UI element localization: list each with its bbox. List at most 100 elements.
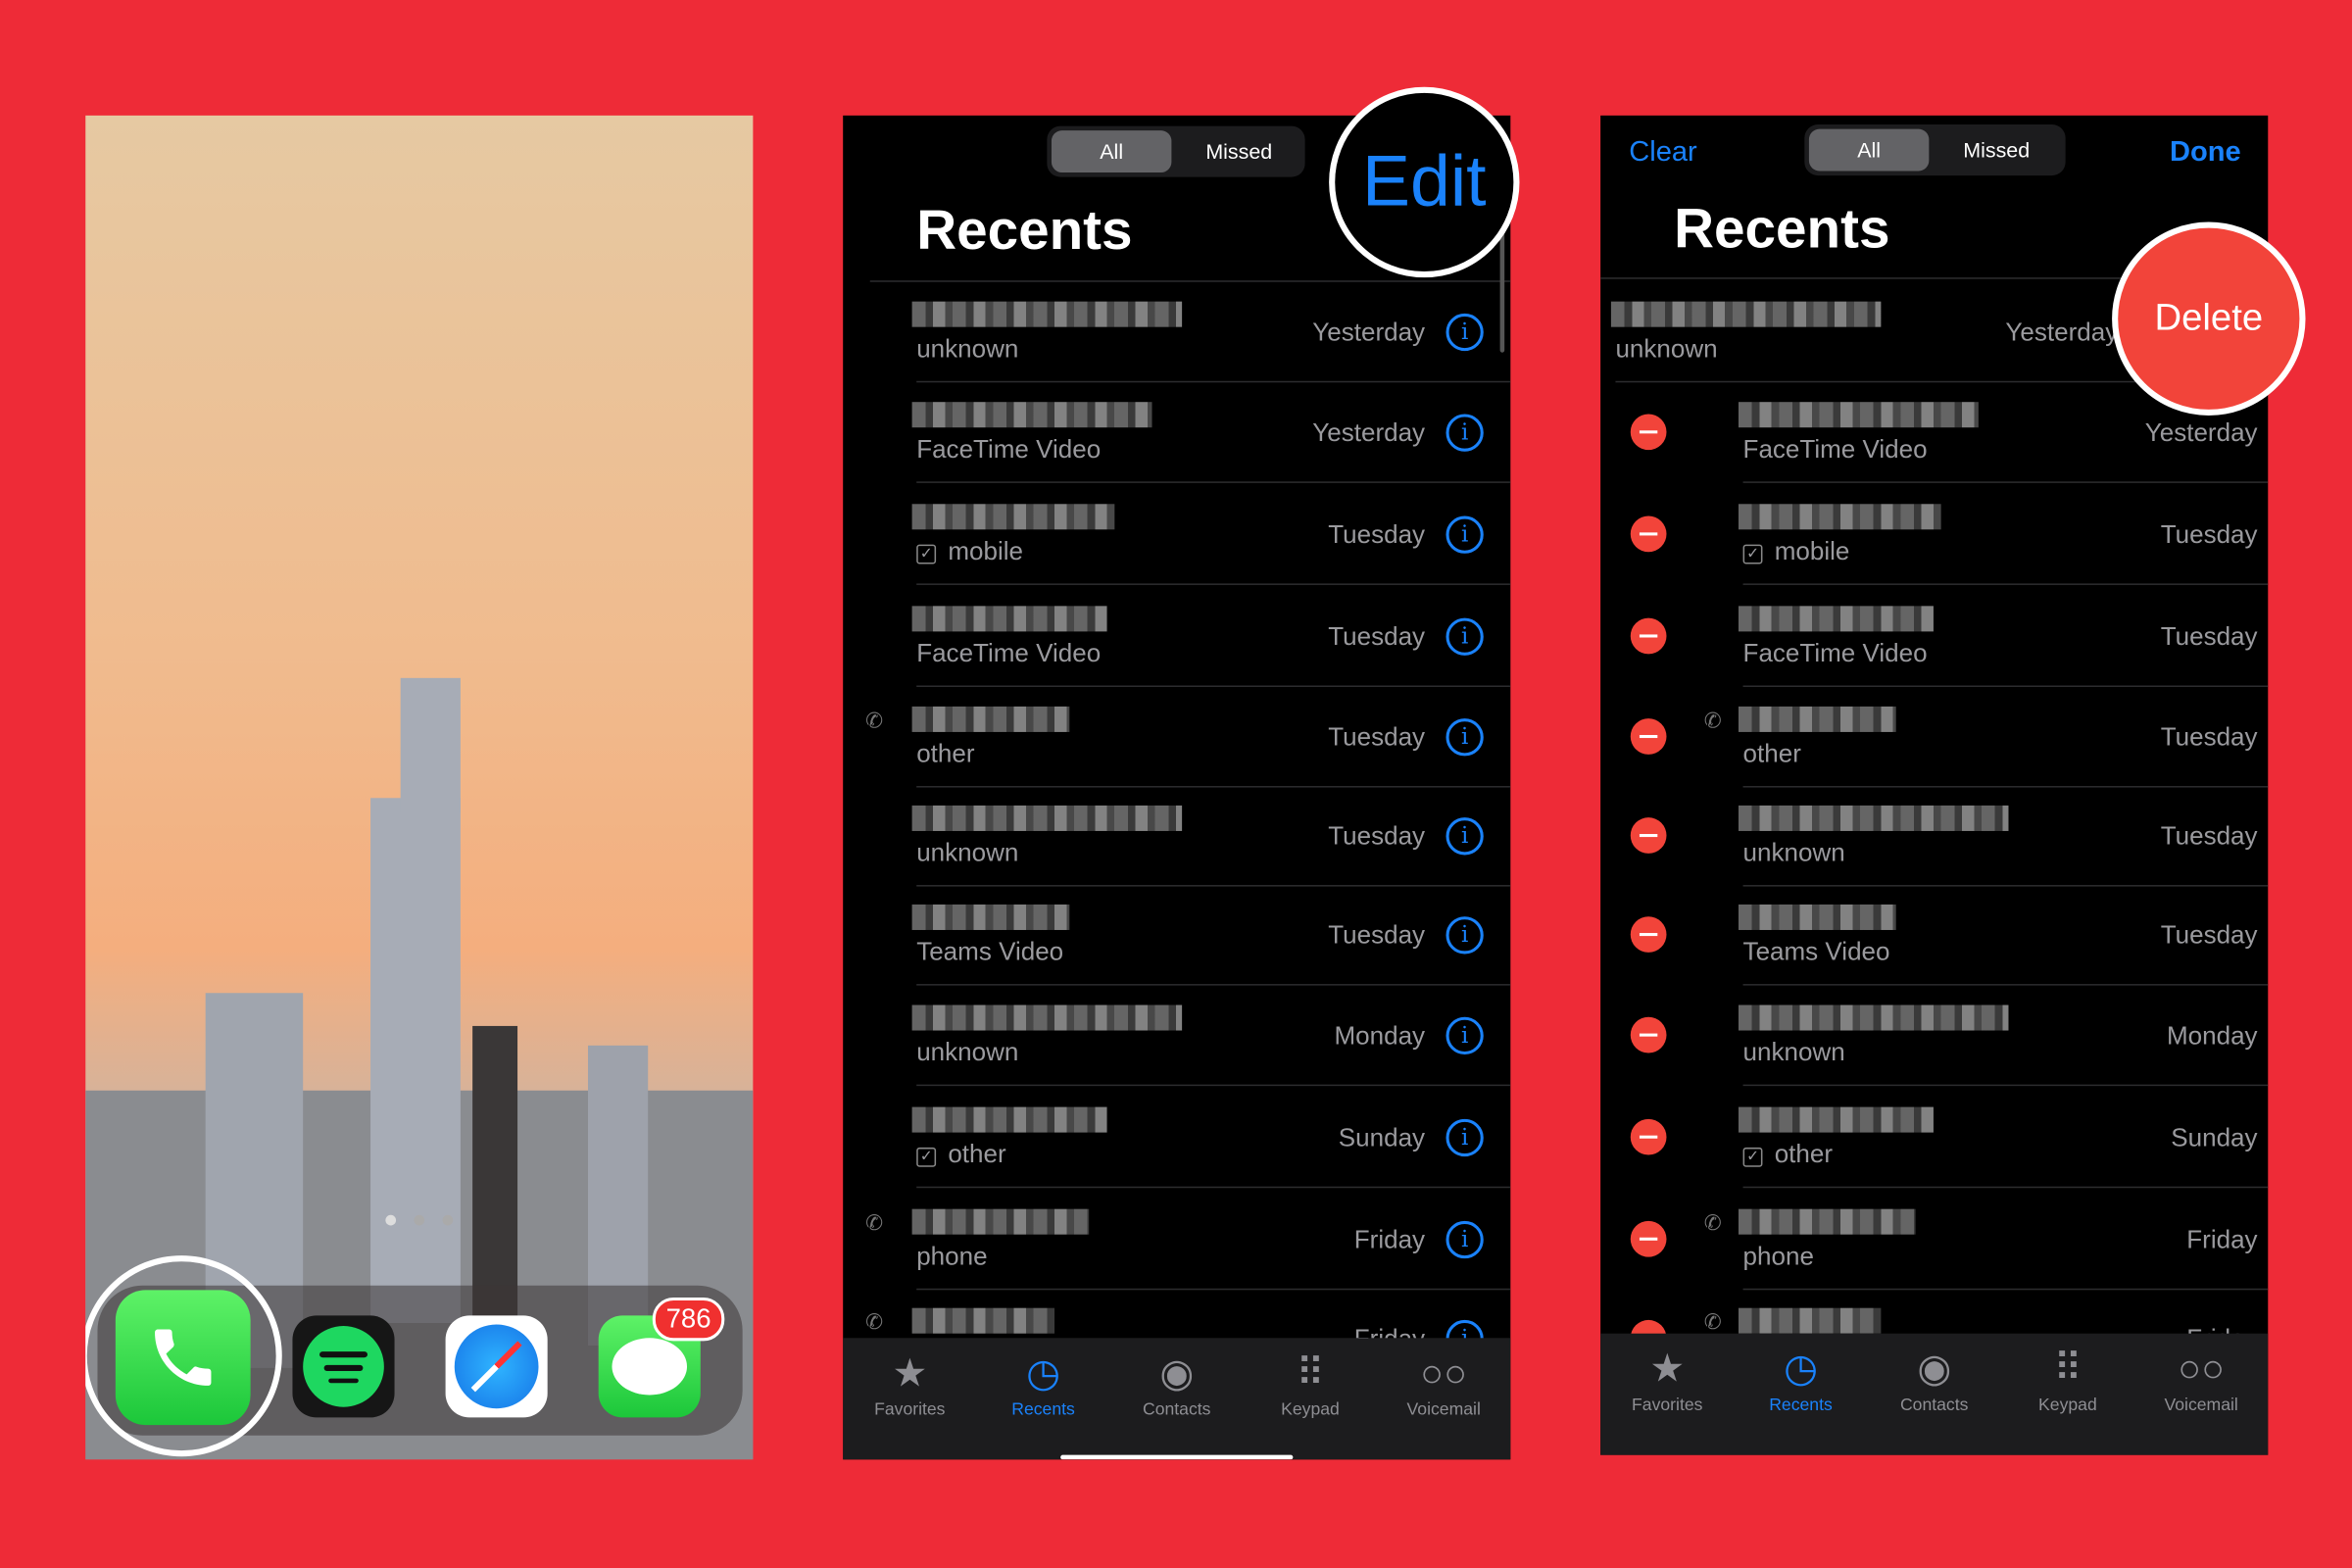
- tab-favorites[interactable]: ★ Favorites: [1600, 1334, 1734, 1414]
- tab-keypad[interactable]: ⠿ Keypad: [1244, 1338, 1377, 1419]
- call-date: Yesterday: [2005, 318, 2119, 347]
- info-icon[interactable]: i: [1446, 1220, 1484, 1259]
- tab-keypad[interactable]: ⠿ Keypad: [2001, 1334, 2134, 1415]
- tab-voicemail[interactable]: ○○ Voicemail: [2134, 1334, 2268, 1414]
- info-icon[interactable]: i: [1446, 515, 1484, 554]
- delete-minus-icon[interactable]: [1630, 515, 1667, 553]
- contact-name-blurred: [911, 301, 1183, 327]
- contact-name-blurred: [911, 1208, 1090, 1235]
- call-row[interactable]: unknown Monday: [1600, 986, 2269, 1087]
- call-type-label: unknown: [916, 1038, 1019, 1067]
- contact-name-blurred: [911, 504, 1115, 530]
- tab-favorites[interactable]: ★ Favorites: [843, 1338, 976, 1419]
- call-type-label: Teams Video: [1742, 937, 1890, 966]
- delete-minus-icon[interactable]: [1630, 916, 1667, 953]
- delete-button-highlight: Delete: [2112, 221, 2306, 416]
- info-icon[interactable]: i: [1446, 1118, 1484, 1157]
- call-row[interactable]: ✓ other Sunday i: [843, 1088, 1511, 1189]
- contact-name-blurred: [911, 402, 1152, 428]
- contact-name-blurred: [1738, 402, 1979, 428]
- info-icon[interactable]: i: [1446, 1016, 1484, 1055]
- call-type-label: unknown: [1615, 334, 1718, 364]
- tab-contacts[interactable]: ◉ Contacts: [1868, 1334, 2001, 1415]
- info-icon[interactable]: i: [1446, 313, 1484, 352]
- call-row[interactable]: ✆ other Tuesday i: [843, 687, 1511, 788]
- contact-name-blurred: [1738, 1208, 1916, 1235]
- call-row[interactable]: ✓ mobile Tuesday: [1600, 484, 2269, 585]
- delete-minus-icon[interactable]: [1630, 1220, 1667, 1257]
- contact-name-blurred: [1738, 904, 1896, 930]
- spotify-app[interactable]: [292, 1315, 395, 1418]
- tower: [370, 798, 461, 1323]
- contact-name-blurred: [1738, 706, 1896, 732]
- call-row[interactable]: ✆ other Tuesday: [1600, 687, 2269, 788]
- person-circle-icon: ◉: [1159, 1349, 1195, 1396]
- tab-contacts[interactable]: ◉ Contacts: [1110, 1338, 1244, 1419]
- call-row[interactable]: unknown Tuesday: [1600, 786, 2269, 887]
- info-icon[interactable]: i: [1446, 916, 1484, 955]
- page-title: Recents: [1674, 198, 1890, 260]
- keypad-icon: ⠿: [2053, 1345, 2082, 1391]
- tab-recents[interactable]: ◷ Recents: [976, 1338, 1109, 1419]
- delete-minus-icon[interactable]: [1630, 1016, 1667, 1054]
- call-row[interactable]: ✆ phone Friday: [1600, 1190, 2269, 1291]
- tab-voicemail[interactable]: ○○ Voicemail: [1377, 1338, 1510, 1419]
- call-type-label: unknown: [916, 334, 1019, 364]
- call-row[interactable]: Teams Video Tuesday: [1600, 885, 2269, 986]
- info-icon[interactable]: i: [1446, 718, 1484, 757]
- tab-label: Recents: [1011, 1400, 1075, 1419]
- keypad-icon: ⠿: [1296, 1349, 1325, 1396]
- edit-button[interactable]: Edit: [1362, 141, 1487, 223]
- star-icon: ★: [892, 1349, 928, 1396]
- segment-all[interactable]: All: [1808, 128, 1930, 172]
- checkbox-icon: ✓: [1742, 544, 1763, 564]
- tab-label: Contacts: [1899, 1396, 1969, 1415]
- home-indicator[interactable]: [1060, 1454, 1294, 1460]
- info-icon[interactable]: i: [1446, 617, 1484, 656]
- page-dot[interactable]: [442, 1214, 454, 1226]
- call-row[interactable]: Teams Video Tuesday i: [843, 885, 1511, 986]
- segmented-control: All Missed: [1047, 125, 1305, 177]
- info-icon[interactable]: i: [1446, 817, 1484, 856]
- delete-minus-icon[interactable]: [1630, 817, 1667, 854]
- delete-button[interactable]: Delete: [2154, 297, 2263, 340]
- page-dot[interactable]: [385, 1214, 397, 1226]
- safari-app[interactable]: [445, 1315, 548, 1418]
- tab-recents[interactable]: ◷ Recents: [1734, 1334, 1867, 1414]
- page-dot[interactable]: [414, 1214, 425, 1226]
- call-type-label: FaceTime Video: [1742, 434, 1928, 464]
- tab-label: Keypad: [2038, 1396, 2097, 1415]
- call-row[interactable]: unknown Monday i: [843, 986, 1511, 1087]
- call-type: FaceTime Video: [916, 639, 1101, 669]
- delete-minus-icon[interactable]: [1630, 718, 1667, 755]
- delete-minus-icon[interactable]: [1630, 414, 1667, 451]
- call-row[interactable]: ✆ phone Friday i: [843, 1190, 1511, 1291]
- call-row[interactable]: ✓ mobile Tuesday i: [843, 484, 1511, 585]
- call-row[interactable]: FaceTime Video Tuesday i: [843, 586, 1511, 688]
- delete-minus-icon[interactable]: [1630, 617, 1667, 655]
- clear-button[interactable]: Clear: [1629, 136, 1696, 170]
- delete-minus-icon[interactable]: [1630, 1118, 1667, 1155]
- call-type-label: other: [948, 1140, 1006, 1169]
- info-icon[interactable]: i: [1446, 414, 1484, 452]
- call-type: FaceTime Video: [916, 435, 1101, 466]
- call-row[interactable]: ✓ other Sunday: [1600, 1088, 2269, 1189]
- segment-all[interactable]: All: [1051, 130, 1172, 173]
- call-date: Yesterday: [2144, 418, 2258, 448]
- call-date: Tuesday: [2160, 722, 2258, 752]
- home-screen: 786: [85, 115, 754, 1460]
- segment-missed[interactable]: Missed: [1179, 130, 1298, 172]
- done-button[interactable]: Done: [2170, 136, 2241, 170]
- call-row[interactable]: FaceTime Video Tuesday: [1600, 586, 2269, 688]
- call-type: other: [916, 740, 974, 770]
- call-row[interactable]: unknown Yesterday i: [843, 282, 1511, 383]
- call-row[interactable]: FaceTime Video Yesterday i: [843, 382, 1511, 483]
- call-row[interactable]: unknown Tuesday i: [843, 786, 1511, 887]
- messages-badge: 786: [652, 1297, 725, 1342]
- call-type-label: phone: [1742, 1242, 1814, 1271]
- segment-missed[interactable]: Missed: [1936, 129, 2056, 172]
- scrollbar[interactable]: [1499, 232, 1505, 353]
- tab-bar: ★ Favorites ◷ Recents ◉ Contacts ⠿ Keypad ○○ Voic…: [843, 1338, 1511, 1460]
- call-type-label: mobile: [948, 536, 1024, 566]
- page-title: Recents: [916, 199, 1133, 262]
